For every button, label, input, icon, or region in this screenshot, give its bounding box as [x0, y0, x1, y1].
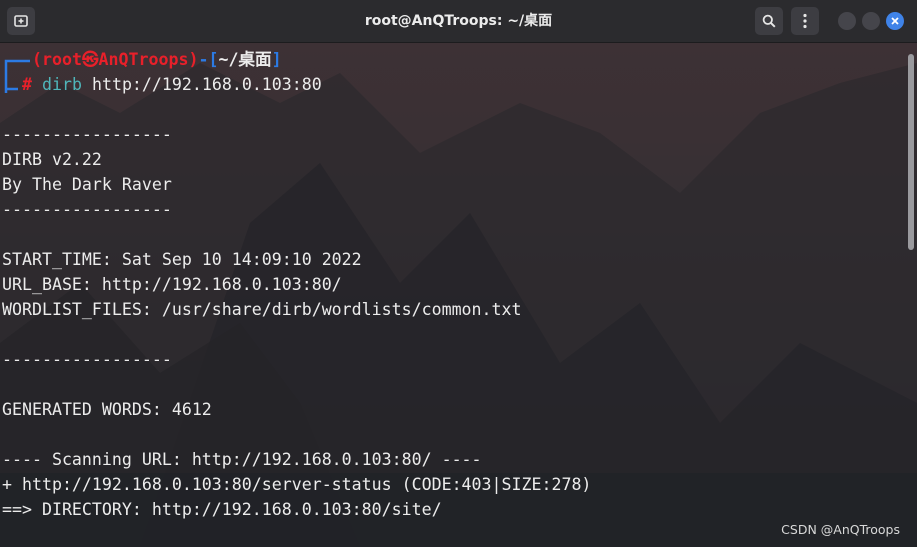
menu-button[interactable] [791, 7, 819, 35]
terminal-output[interactable]: (root㉿AnQTroops)-[~/桌面] # dirb http://19… [0, 43, 900, 547]
watermark: CSDN @AnQTroops [781, 522, 900, 537]
scrollbar-thumb[interactable] [908, 54, 914, 250]
search-button[interactable] [755, 7, 783, 35]
author-line: By The Dark Raver [2, 175, 172, 194]
prompt-close-bracket: ] [271, 50, 282, 69]
command-name: dirb [42, 75, 82, 94]
wordlist-line: WORDLIST_FILES: /usr/share/dirb/wordlist… [2, 300, 522, 319]
result-line: + http://192.168.0.103:80/server-status … [2, 475, 592, 494]
kebab-menu-icon [803, 13, 807, 29]
close-icon [891, 17, 899, 25]
generated-words-line: GENERATED WORDS: 4612 [2, 400, 212, 419]
minimize-button[interactable] [838, 12, 856, 30]
separator-line: ----------------- [2, 200, 172, 219]
prompt-line-2: # dirb http://192.168.0.103:80 [22, 72, 322, 97]
new-tab-icon [14, 15, 28, 27]
prompt-user-host: (root㉿AnQTroops) [32, 50, 199, 69]
prompt-symbol: # [22, 75, 32, 94]
search-icon [762, 14, 776, 28]
directory-line: ==> DIRECTORY: http://192.168.0.103:80/s… [2, 500, 442, 519]
prompt-open-bracket: [ [208, 50, 219, 69]
separator-line: ----------------- [2, 350, 172, 369]
scanning-line: ---- Scanning URL: http://192.168.0.103:… [2, 450, 482, 469]
terminal-window: root@AnQTroops: ~/桌面 (root㉿AnQTroops)-[~… [0, 0, 917, 547]
separator-line: ----------------- [2, 125, 172, 144]
maximize-button[interactable] [862, 12, 880, 30]
version-line: DIRB v2.22 [2, 150, 102, 169]
url-base-line: URL_BASE: http://192.168.0.103:80/ [2, 275, 342, 294]
new-tab-button[interactable] [7, 7, 35, 35]
close-button[interactable] [886, 12, 904, 30]
prompt-line-1: (root㉿AnQTroops)-[~/桌面] [32, 50, 282, 69]
prompt-path: ~/桌面 [218, 50, 272, 69]
start-time-line: START_TIME: Sat Sep 10 14:09:10 2022 [2, 250, 362, 269]
command-argument: http://192.168.0.103:80 [91, 75, 322, 94]
title-bar: root@AnQTroops: ~/桌面 [0, 0, 917, 43]
